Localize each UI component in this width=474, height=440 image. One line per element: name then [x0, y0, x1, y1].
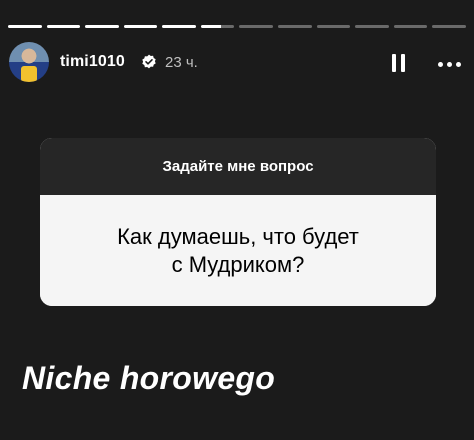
question-prompt: Задайте мне вопрос [162, 158, 314, 175]
progress-segment [316, 25, 351, 28]
question-sticker-header: Задайте мне вопрос [40, 138, 436, 195]
question-line-1: Как думаешь, что будет [117, 223, 359, 249]
progress-segment [162, 25, 196, 28]
story-caption: Niche horowego [22, 360, 276, 396]
progress-segment [432, 25, 466, 28]
progress-segment [123, 25, 158, 28]
story-header: timi1010 23 ч. [8, 42, 466, 86]
progress-segment [239, 25, 274, 28]
progress-segment [393, 25, 428, 28]
verified-badge-icon [141, 54, 157, 70]
question-sticker[interactable]: Задайте мне вопрос Как думаешь, что буде… [40, 138, 436, 306]
more-options-icon[interactable] [432, 54, 466, 74]
story-progress-bar [8, 25, 466, 28]
question-text: Как думаешь, что будет с Мудриком? [117, 223, 359, 279]
progress-segment [8, 25, 42, 28]
progress-segment [46, 25, 81, 28]
progress-segment [355, 25, 389, 28]
avatar[interactable] [9, 42, 49, 82]
post-time: 23 ч. [165, 54, 198, 71]
username[interactable]: timi1010 [60, 53, 125, 71]
progress-segment [200, 25, 235, 28]
question-line-2: с Мудриком? [171, 251, 305, 277]
progress-segment [278, 25, 312, 28]
progress-segment [85, 25, 119, 28]
question-sticker-body: Как думаешь, что будет с Мудриком? [40, 195, 436, 306]
pause-icon[interactable] [388, 51, 408, 75]
